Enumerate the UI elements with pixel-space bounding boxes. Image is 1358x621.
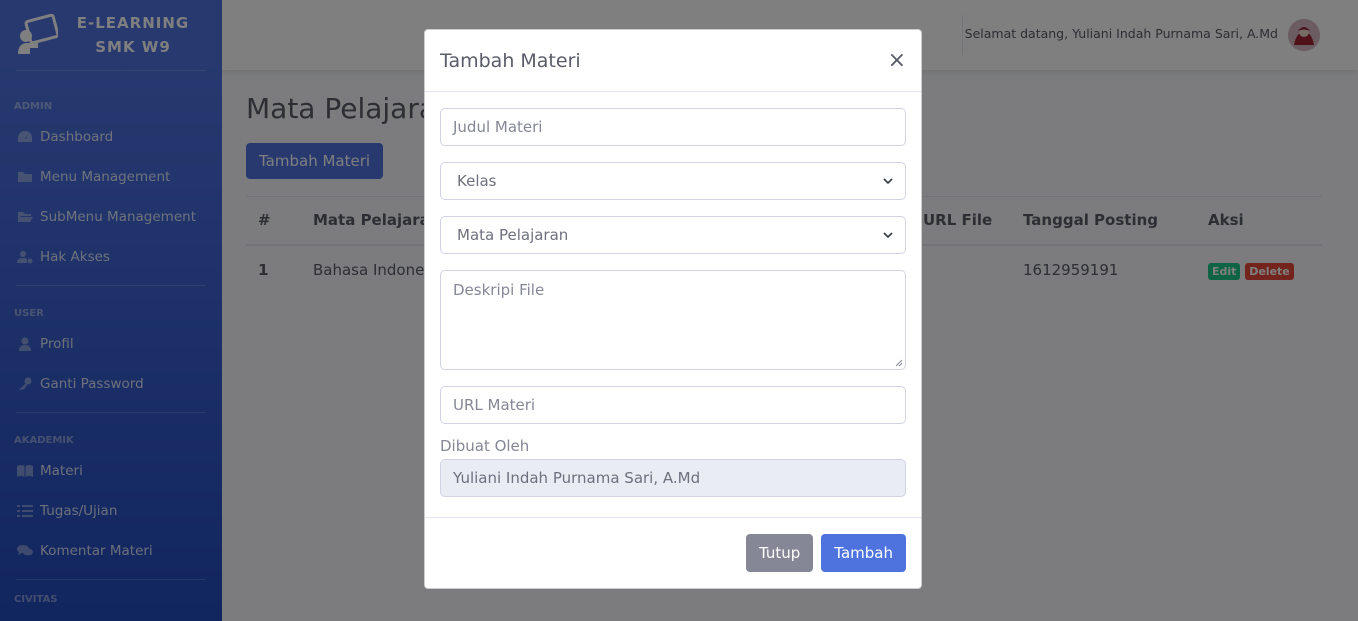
chevron-down-icon (883, 178, 893, 185)
modal-title: Tambah Materi (440, 49, 581, 72)
deskripsi-textarea[interactable]: Deskripi File (440, 270, 906, 370)
kelas-select[interactable]: Kelas (440, 162, 906, 200)
dibuat-oleh-field: Yuliani Indah Purnama Sari, A.Md (440, 459, 906, 497)
url-materi-input[interactable]: URL Materi (440, 386, 906, 424)
tambah-button[interactable]: Tambah (821, 534, 906, 572)
resize-handle-icon[interactable] (895, 359, 903, 367)
mata-pelajaran-select[interactable]: Mata Pelajaran (440, 216, 906, 254)
judul-materi-input[interactable]: Judul Materi (440, 108, 906, 146)
close-icon[interactable]: × (888, 49, 906, 72)
modal-footer: Tutup Tambah (425, 517, 921, 588)
deskripsi-placeholder: Deskripi File (453, 281, 545, 299)
modal-body: Judul Materi Kelas Mata Pelajaran Deskri… (425, 92, 921, 497)
chevron-down-icon (883, 232, 893, 239)
mata-pelajaran-select-value: Mata Pelajaran (457, 226, 569, 244)
modal-header: Tambah Materi × (425, 30, 921, 92)
kelas-select-value: Kelas (457, 172, 497, 190)
tambah-materi-modal: Tambah Materi × Judul Materi Kelas Mata … (424, 29, 922, 589)
dibuat-oleh-label: Dibuat Oleh (440, 437, 530, 455)
tutup-button[interactable]: Tutup (745, 534, 814, 572)
